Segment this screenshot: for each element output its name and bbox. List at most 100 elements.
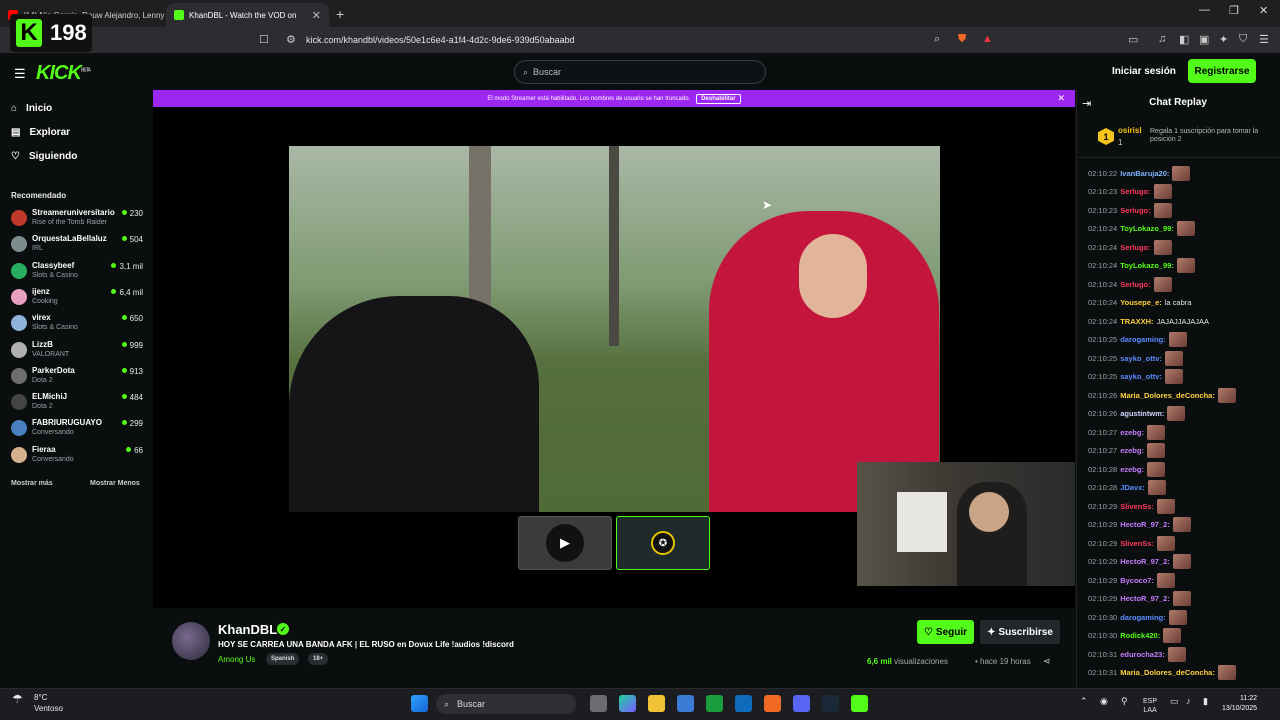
chat-username[interactable]: Maria_Dolores_deConcha: [1120,668,1215,677]
recommended-channel[interactable]: Fieraa Conversando 66 [11,444,145,466]
xbox-icon[interactable] [706,695,723,712]
chat-username[interactable]: edurocha23: [1120,650,1165,659]
subscribe-button[interactable]: ✦ Suscribirse [980,620,1060,644]
kick-app-icon[interactable] [851,695,868,712]
minimize-icon[interactable]: — [1199,4,1210,16]
chat-username[interactable]: Serlugo: [1120,243,1150,252]
chat-username[interactable]: ezebg: [1120,465,1144,474]
recommended-channel[interactable]: virex Slots & Casino 650 [11,312,145,334]
share-icon[interactable]: ⋖ [1043,656,1051,667]
nav-home[interactable]: ⌂ Inicio [11,103,52,114]
brave-rewards-icon[interactable]: ▲ [982,33,993,45]
recommended-channel[interactable]: ELMichiJ Dota 2 484 [11,391,145,413]
disable-streamer-mode-button[interactable]: Deshabilitar [696,93,741,104]
file-explorer-icon[interactable] [648,695,665,712]
sidebar-icon[interactable]: ◧ [1179,33,1189,46]
chat-username[interactable]: Yousepe_e: [1120,298,1162,307]
chat-username[interactable]: Rodick420: [1120,631,1160,640]
chat-username[interactable]: ezebg: [1120,446,1144,455]
chat-username[interactable]: darogaming: [1120,335,1165,344]
menu-icon[interactable]: ☰ [1259,33,1269,46]
nav-explore[interactable]: ▤ Explorar [11,127,70,138]
new-tab-icon[interactable]: + [336,6,344,22]
restore-icon[interactable]: ❐ [1229,4,1239,17]
close-banner-icon[interactable]: ✕ [1057,93,1065,104]
kick-logo[interactable]: KICKBETA [36,62,91,85]
follow-button[interactable]: ♡ Seguir [917,620,974,644]
camera-switch-thumb[interactable]: ▶ [518,516,612,570]
chat-username[interactable]: IvanBaruja20: [1120,169,1169,178]
chat-username[interactable]: sayko_ottv: [1120,372,1162,381]
cast-icon[interactable]: ▭ [1128,33,1138,46]
brave-browser-icon[interactable] [764,695,781,712]
site-info-icon[interactable]: ⚙ [286,33,296,46]
discord-icon[interactable] [793,695,810,712]
close-window-icon[interactable]: ✕ [1259,4,1268,17]
recommended-channel[interactable]: ijenz Cooking 6,4 mil [11,286,145,308]
bookmark-icon[interactable]: ☐ [259,33,269,46]
pinned-user[interactable]: osirisl [1118,126,1142,135]
video-frame[interactable] [289,146,940,512]
start-button-icon[interactable] [411,695,428,712]
network-icon[interactable]: ◉ [1100,697,1108,706]
chat-username[interactable]: darogaming: [1120,613,1165,622]
recommended-channel[interactable]: Streameruniversitario Rise of the Tomb Ra… [11,207,145,229]
chat-username[interactable]: HectoR_97_2: [1120,520,1170,529]
chat-username[interactable]: sayko_ottv: [1120,354,1162,363]
outlook-icon[interactable] [735,695,752,712]
url-field[interactable]: kick.com/khandbl/videos/50e1c6e4-a1f4-4d… [276,30,956,50]
store-icon[interactable] [677,695,694,712]
tag-age[interactable]: 18+ [308,653,329,665]
register-button[interactable]: Registrarse [1188,59,1256,83]
chat-username[interactable]: ToyLokazo_99: [1120,224,1174,233]
chat-username[interactable]: ezebg: [1120,428,1144,437]
close-tab-icon[interactable]: ✕ [312,9,321,22]
system-clock[interactable]: 11:22 13/10/2025 [1222,694,1257,714]
taskbar-search[interactable]: ⌕ Buscar [436,694,576,714]
tag-language[interactable]: Spanish [266,653,300,665]
chat-username[interactable]: SlivenSs: [1120,502,1154,511]
chat-username[interactable]: ToyLokazo_99: [1120,261,1174,270]
wifi-icon[interactable]: ▭ [1170,697,1179,706]
copilot-icon[interactable] [619,695,636,712]
language-indicator[interactable]: ESP LAA [1143,697,1157,715]
leo-icon[interactable]: ✦ [1219,33,1228,46]
search-input[interactable]: ⌕ Buscar [514,60,766,84]
chat-username[interactable]: HectoR_97_2: [1120,594,1170,603]
gift-sub-prompt[interactable]: Regala 1 suscripción para tomar la posic… [1150,128,1260,144]
brave-shield-icon[interactable]: ⛊ [958,33,966,46]
recommended-channel[interactable]: OrquestaLaBellaluz IRL 504 [11,233,145,255]
camera-switch-thumb-active[interactable]: ✪ [616,516,710,570]
chat-username[interactable]: Bycoco7: [1120,576,1154,585]
channel-name[interactable]: KhanDBL [218,622,277,637]
tray-overflow-icon[interactable]: ⌃ [1080,697,1088,706]
battery-icon[interactable]: ▮ [1203,697,1208,706]
chat-username[interactable]: agustintwm: [1120,409,1164,418]
task-view-icon[interactable] [590,695,607,712]
chat-username[interactable]: HectoR_97_2: [1120,557,1170,566]
chat-username[interactable]: TRAXXH: [1120,317,1153,326]
show-less-button[interactable]: Mostrar Menos [90,480,140,487]
vpn-icon[interactable]: ⛉ [1239,33,1247,46]
chat-username[interactable]: Serlugo: [1120,280,1150,289]
video-category[interactable]: Among Us [218,655,255,664]
chat-username[interactable]: JDavx: [1120,483,1145,492]
chat-username[interactable]: SlivenSs: [1120,539,1154,548]
recommended-channel[interactable]: Classybeef Slots & Casino 3,1 mil [11,260,145,282]
chat-username[interactable]: Maria_Dolores_deConcha: [1120,391,1215,400]
browser-tab-kick[interactable]: KhanDBL - Watch the VOD on ✕ [166,3,329,27]
chat-username[interactable]: Serlugo: [1120,206,1150,215]
login-button[interactable]: Iniciar sesión [1112,66,1176,77]
channel-avatar[interactable] [172,622,210,660]
recommended-channel[interactable]: LizzB VALORANT 999 [11,339,145,361]
zoom-icon[interactable]: ⌕ [934,33,940,46]
recommended-channel[interactable]: FABRIURUGUAYO Conversando 299 [11,417,145,439]
recommended-channel[interactable]: ParkerDota Dota 2 913 [11,365,145,387]
chat-username[interactable]: Serlugo: [1120,187,1150,196]
steam-icon[interactable] [822,695,839,712]
hamburger-menu-icon[interactable]: ☰ [14,66,26,82]
volume-icon[interactable]: ♪ [1186,697,1191,706]
mic-icon[interactable]: ⚲ [1121,697,1128,706]
show-more-button[interactable]: Mostrar más [11,480,53,487]
media-icon[interactable]: ♫ [1158,33,1166,45]
